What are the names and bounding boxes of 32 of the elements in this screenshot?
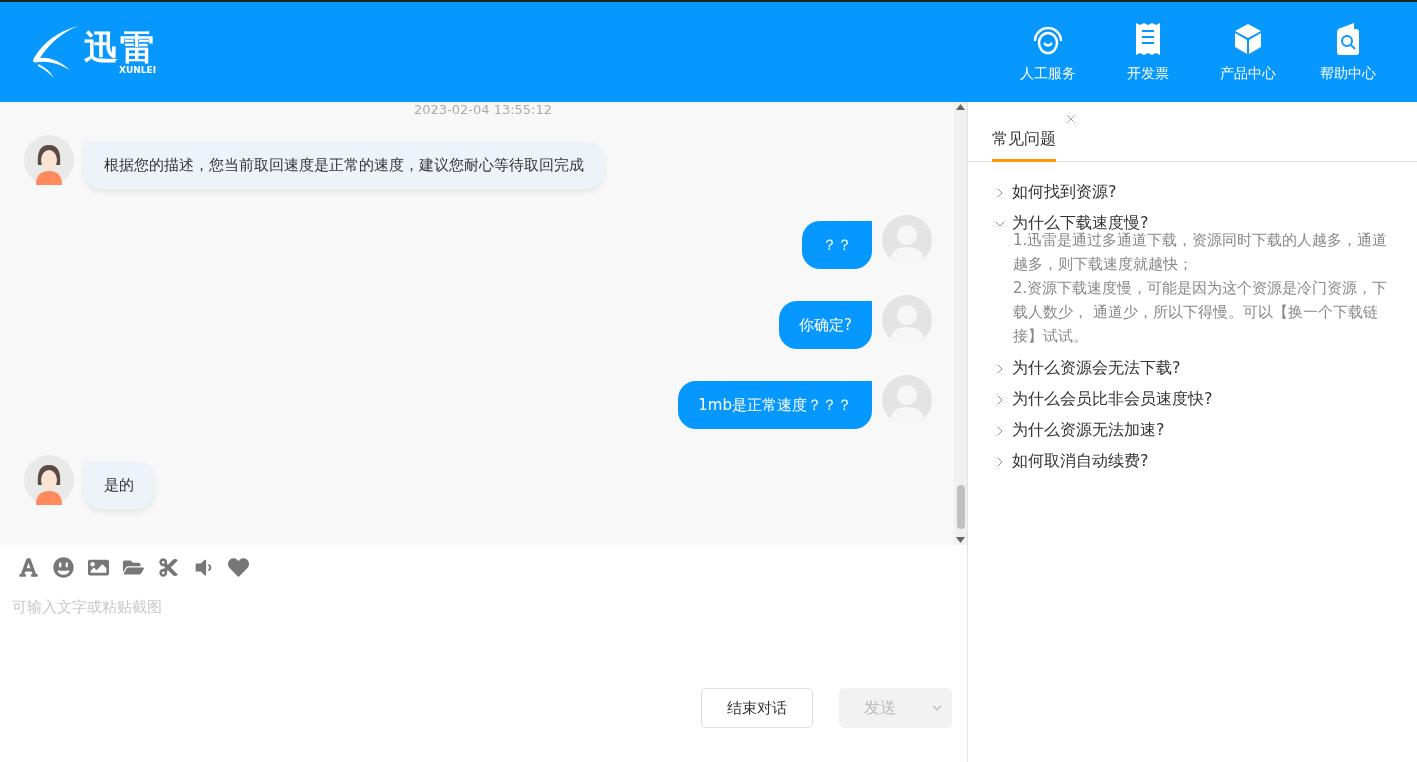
faq-question[interactable]: 为什么会员比非会员速度快? xyxy=(992,389,1397,410)
user-message: 你确定? xyxy=(779,301,872,349)
emoji-icon[interactable] xyxy=(53,557,74,578)
font-icon[interactable] xyxy=(18,557,39,578)
agent-message: 根据您的描述，您当前取回速度是正常的速度，建议您耐心等待取回完成 xyxy=(84,141,604,189)
faq-question[interactable]: 为什么资源会无法下载? xyxy=(992,358,1397,379)
receipt-icon xyxy=(1133,21,1163,57)
help-book-icon xyxy=(1334,21,1362,57)
agent-avatar xyxy=(24,135,74,185)
logo-text: 迅雷 xyxy=(84,29,156,65)
heart-icon[interactable] xyxy=(228,557,249,578)
user-message: 1mb是正常速度？？？ xyxy=(678,381,872,429)
logo-subtext: XUNLEI xyxy=(119,65,156,75)
timestamp: 2023-02-04 13:55:12 xyxy=(413,102,553,117)
cube-icon xyxy=(1232,21,1264,57)
scissors-icon[interactable] xyxy=(158,557,179,578)
close-icon[interactable] xyxy=(1064,112,1078,126)
agent-avatar xyxy=(24,455,74,505)
image-icon[interactable] xyxy=(88,557,109,578)
faq-question[interactable]: 如何取消自动续费? xyxy=(992,451,1397,472)
scroll-down-icon[interactable] xyxy=(956,537,965,543)
faq-question[interactable]: 如何找到资源? xyxy=(992,182,1397,203)
faq-question[interactable]: 为什么资源无法加速? xyxy=(992,420,1397,441)
faq-answer: 2.资源下载速度慢，可能是因为这个资源是冷门资源，下载人数少， 通道少，所以下得慢。可以【换一个下载链接】试试。 xyxy=(1013,278,1389,347)
scroll-thumb[interactable] xyxy=(956,485,965,529)
speaker-icon[interactable] xyxy=(193,557,214,578)
end-chat-button[interactable]: 结束对话 xyxy=(701,688,813,728)
user-message: ？？ xyxy=(802,221,872,269)
agent-message: 是的 xyxy=(84,461,154,509)
scroll-up-icon[interactable] xyxy=(956,104,965,110)
faq-tab[interactable]: 常见问题 xyxy=(992,129,1056,162)
scrollbar[interactable] xyxy=(954,102,967,545)
